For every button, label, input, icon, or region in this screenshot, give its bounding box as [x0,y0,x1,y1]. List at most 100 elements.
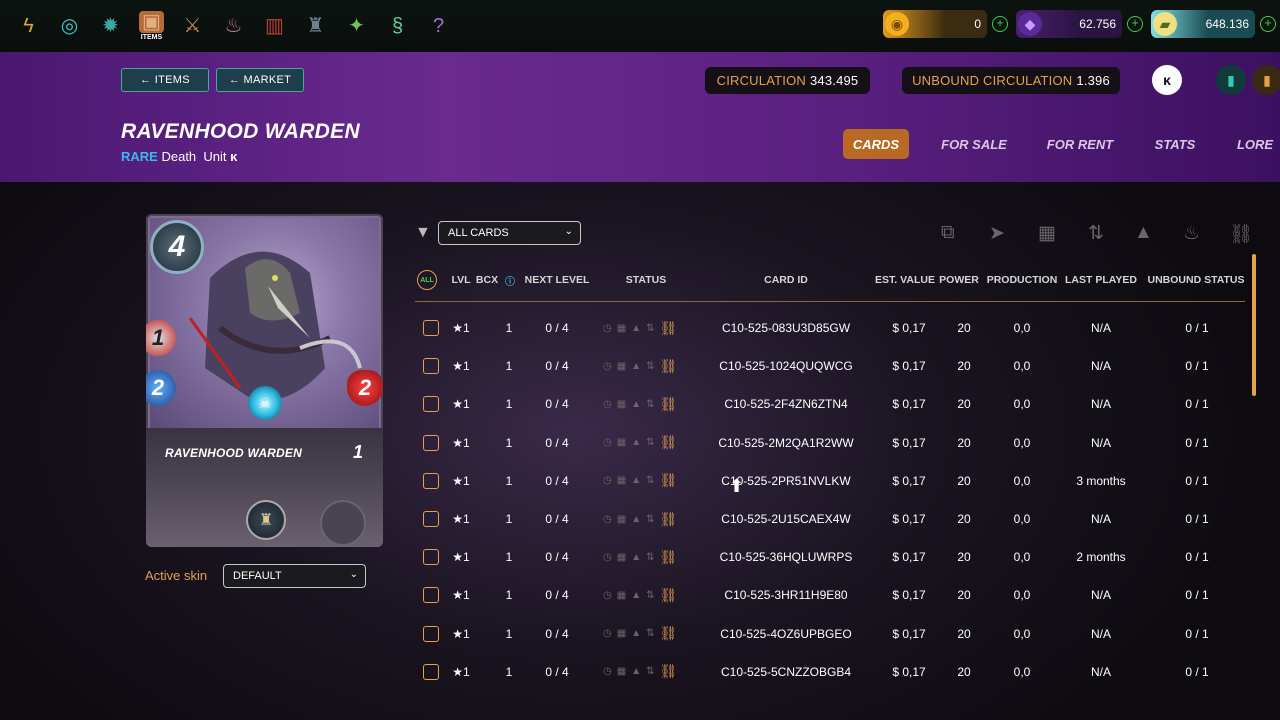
link-icon[interactable]: ⛓ [659,663,677,680]
tab-stats[interactable]: STATS [1150,129,1200,159]
card-book-icon[interactable]: ▮ [1216,65,1246,95]
col-power[interactable]: POWER [939,274,979,286]
rent-icon: ⇅ [646,360,655,372]
table-row[interactable]: ★1 1 0 / 4 C10-525-2U15CAEX4W $ 0,17 20 0,0 N/A… [0,500,1280,538]
row-checkbox[interactable] [423,396,439,413]
row-checkbox[interactable] [423,358,439,375]
status-icons: ◷ ▦ ▲ ⇅ ⛓ [603,385,677,423]
lock-icon[interactable]: ▲ [1134,222,1153,244]
link-icon[interactable]: ⛓ [659,358,677,375]
circulation-label: CIRCULATION [716,73,806,88]
row-checkbox[interactable] [423,320,439,336]
col-unbound-status[interactable]: UNBOUND STATUS [1147,274,1244,286]
col-next-level[interactable]: NEXT LEVEL [525,274,590,286]
link-icon[interactable]: ⛓ [659,320,677,337]
col-production[interactable]: PRODUCTION [987,274,1058,286]
col-lvl[interactable]: LVL [451,274,470,286]
col-est-value[interactable]: EST. VALUE [875,274,935,286]
items-chest-icon[interactable]: ▣ ITEMS [131,4,172,48]
top-bar: ϟ ◎ ✹ ▣ ITEMS ⚔ ♨ ▥ ♜ ✦ §? ◉ 0 + ◆ 62.756 + ▰ 648.… [0,0,1280,52]
tab-cards[interactable]: CARDS [843,129,909,159]
cell-last-played: N/A [1090,626,1112,641]
row-checkbox[interactable] [423,587,439,604]
banner-icon[interactable]: ▥ [254,4,295,48]
add-dec-button[interactable]: + [992,16,1008,32]
add-sps-button[interactable]: + [1127,16,1143,32]
unit-type-icon[interactable]: ᴋ [1152,65,1182,95]
info-icon[interactable]: ⓘ [505,273,515,288]
table-row[interactable]: ★1 1 0 / 4 C10-525-2PR51NVLKW $ 0,17 20 0,0 3 m… [0,462,1280,500]
market-icon: ▦ [616,666,627,678]
row-checkbox[interactable] [423,625,439,642]
col-last-played[interactable]: LAST PLAYED [1065,274,1137,286]
cog-icon[interactable]: ✹ [90,4,131,48]
market-icon: ▦ [616,513,627,525]
cell-last-played: N/A [1090,321,1112,335]
transfer-icon[interactable]: ➤ [989,222,1005,245]
lock-icon: ▲ [631,666,642,678]
top-nav: ϟ ◎ ✹ ▣ ITEMS ⚔ ♨ ▥ ♜ ✦ §? [8,4,459,48]
credits-wallet[interactable]: ▰ 648.136 [1151,10,1255,38]
swirl-icon[interactable]: ◎ [49,4,90,48]
link-icon[interactable]: ⛓ [659,625,677,642]
link-icon[interactable]: ⛓ [659,511,677,528]
row-checkbox[interactable] [423,472,439,489]
row-checkbox[interactable] [423,434,439,451]
clock-icon: ◷ [603,398,612,410]
link-icon[interactable]: ⛓ [659,549,677,566]
tab-for-rent[interactable]: FOR RENT [1042,129,1118,159]
col-card-id[interactable]: CARD ID [764,274,808,286]
swirl-icon-glyph: ◎ [60,15,79,37]
link-icon[interactable]: ⛓ [659,396,677,413]
table-row[interactable]: ★1 1 0 / 4 C10-525-2M2QA1R2WW $ 0,17 20 0,0 N/A… [0,424,1280,462]
table-row[interactable]: ★1 1 0 / 4 C10-525-083U3D85GW $ 0,17 20 0,0 N/A… [0,309,1280,347]
table-row[interactable]: ★1 1 0 / 4 C10-525-5CNZZOBGB4 $ 0,17 20 0,0 N/A… [0,653,1280,691]
cell-est-value: $ 0,17 [892,321,926,335]
cell-est-value: $ 0,17 [892,588,926,603]
burn-icon[interactable]: ♨ [1183,222,1200,245]
link-icon[interactable]: ⛓ [659,472,677,489]
castle-icon[interactable]: ♜ [295,4,336,48]
cake-icon[interactable]: ♨ [213,4,254,48]
table-row[interactable]: ★1 1 0 / 4 C10-525-1024QUQWCG $ 0,17 20 0,0 N/A… [0,347,1280,385]
tab-for-sale[interactable]: FOR SALE [935,129,1013,159]
splinterlands-logo-icon[interactable]: ϟ [8,4,49,48]
clock-icon: ◷ [603,589,612,601]
status-icons: ◷ ▦ ▲ ⇅ ⛓ [603,462,677,500]
table-row[interactable]: ★1 1 0 / 4 C10-525-3HR11H9E80 $ 0,17 20 0,0 N/A… [0,576,1280,614]
table-row[interactable]: ★1 1 0 / 4 C10-525-2F4ZN6ZTN4 $ 0,17 20 0,0 N/A… [0,385,1280,423]
cell-power: 20 [957,664,971,679]
clock-icon: ◷ [603,551,612,563]
table-row[interactable]: ★1 1 0 / 4 C10-525-36HQLUWRPS $ 0,17 20 0,0 2 m… [0,538,1280,576]
rent-icon: ⇅ [646,666,655,678]
table-row[interactable]: ★1 1 0 / 4 C10-525-4OZ6UPBGEO $ 0,17 20 0,0 N/A… [0,615,1280,653]
lock-icon: ▲ [631,398,642,410]
cell-unbound-status: 0 / 1 [1185,550,1209,565]
sell-market-icon[interactable]: ▦ [1038,222,1056,245]
sps-wallet[interactable]: ◆ 62.756 [1016,10,1122,38]
row-checkbox[interactable] [423,549,439,566]
market-icon: ▦ [616,551,627,563]
tab-lore[interactable]: LORE [1232,129,1278,159]
col-status[interactable]: STATUS [626,274,666,286]
row-checkbox[interactable] [423,511,439,527]
row-checkbox[interactable] [423,663,439,680]
cell-card-id: C10-525-083U3D85GW [721,321,851,335]
col-bcx[interactable]: BCX [476,274,498,286]
link-icon[interactable]: ⛓ [659,587,677,604]
rent-icon[interactable]: ⇅ [1088,222,1104,245]
link-icon[interactable]: ⛓ [659,434,677,451]
dec-wallet[interactable]: ◉ 0 [883,10,987,38]
back-to-items-button[interactable]: ← ITEMS [121,68,209,92]
serpent-icon[interactable]: § [377,4,418,48]
back-to-market-button[interactable]: ← MARKET [216,68,304,92]
sword-icon[interactable]: ⚔ [172,4,213,48]
question-icon[interactable]: ? [418,4,459,48]
cell-card-id: C10-525-5CNZZOBGB4 [720,664,852,679]
leaf-icon[interactable]: ✦ [336,4,377,48]
card-stack-icon[interactable]: ▮ [1252,65,1280,95]
add-credits-button[interactable]: + [1260,16,1276,32]
combine-icon[interactable]: ⧉ [941,222,955,244]
cell-card-id: C10-525-2F4ZN6ZTN4 [724,397,848,412]
unlink-icon[interactable]: ⛓ [1229,222,1253,246]
